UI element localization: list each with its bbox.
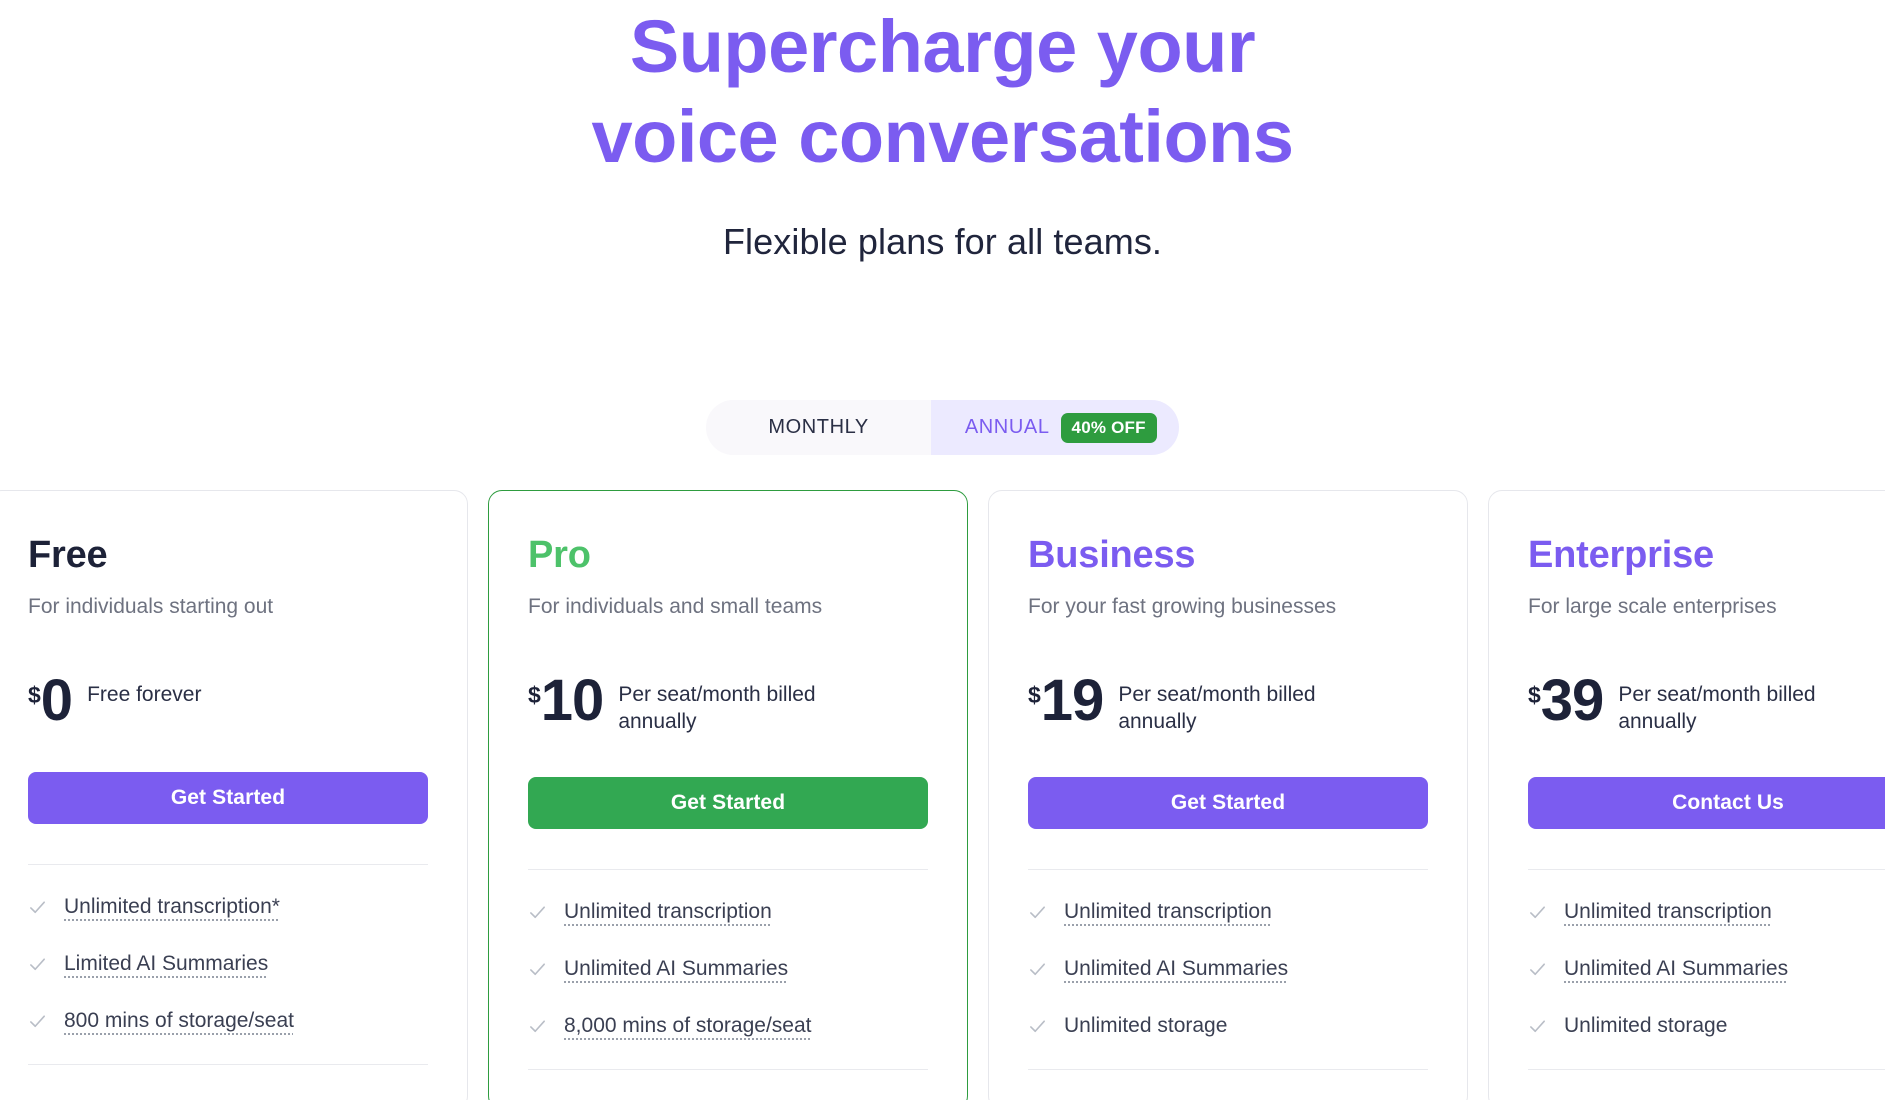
plan-price: $ 10 Per seat/month billed annually	[528, 672, 928, 735]
feature-label[interactable]: Unlimited AI Summaries	[1564, 955, 1788, 982]
feature-label[interactable]: Unlimited transcription	[564, 898, 772, 925]
plan-tagline: For your fast growing businesses	[1028, 595, 1337, 618]
toggle-option-annual[interactable]: ANNUAL 40% OFF	[930, 400, 1179, 455]
plan-name: Enterprise	[1528, 534, 1714, 576]
feature-item: Unlimited transcription*	[28, 893, 428, 920]
plan-tagline: For individuals starting out	[28, 595, 274, 618]
plan-cta-button[interactable]: Get Started	[1028, 777, 1428, 829]
check-icon	[528, 903, 547, 922]
pricing-card-free: Free For individuals starting out $ 0 Fr…	[0, 490, 468, 1100]
page-subtitle: Flexible plans for all teams.	[722, 221, 1163, 262]
feature-label[interactable]: Limited AI Summaries	[64, 950, 268, 977]
price-currency-symbol: $	[1528, 682, 1541, 708]
feature-label: Unlimited storage	[1564, 1014, 1728, 1037]
plan-feature-list: Unlimited transcription Unlimited AI Summ…	[1028, 898, 1428, 1039]
price-amount: 19	[1040, 668, 1105, 733]
check-icon	[1028, 903, 1047, 922]
feature-item: Unlimited storage	[1028, 1012, 1428, 1039]
card-divider	[1528, 869, 1885, 870]
feature-label[interactable]: Unlimited transcription	[1564, 898, 1772, 925]
price-note: Per seat/month billed annually	[1118, 683, 1316, 733]
pricing-page: Supercharge your voice conversations Fle…	[0, 0, 1885, 1100]
feature-item: Unlimited AI Summaries	[1528, 955, 1885, 982]
page-title: Supercharge your voice conversations	[0, 0, 1885, 182]
card-bottom-divider	[528, 1069, 928, 1070]
card-bottom-divider	[1528, 1069, 1885, 1070]
toggle-option-monthly[interactable]: MONTHLY	[706, 400, 931, 455]
check-icon	[28, 955, 47, 974]
plan-feature-list: Unlimited transcription Unlimited AI Summ…	[1528, 898, 1885, 1039]
toggle-option-annual-label: ANNUAL	[964, 416, 1050, 438]
plan-feature-list: Unlimited transcription* Limited AI Summa…	[28, 893, 428, 1034]
plan-price: $ 39 Per seat/month billed annually	[1528, 672, 1885, 735]
feature-label[interactable]: 8,000 mins of storage/seat	[564, 1012, 811, 1039]
toggle-option-monthly-label: MONTHLY	[768, 416, 869, 438]
feature-item: Unlimited transcription	[1528, 898, 1885, 925]
check-icon	[1028, 960, 1047, 979]
card-divider	[28, 864, 428, 865]
plan-name: Business	[1028, 534, 1196, 576]
price-note: Per seat/month billed annually	[618, 683, 816, 733]
plan-name: Pro	[528, 534, 591, 576]
price-amount: 39	[1540, 668, 1605, 733]
price-currency-symbol: $	[528, 682, 541, 708]
check-icon	[1528, 960, 1547, 979]
plan-price: $ 0 Free forever	[28, 672, 428, 730]
price-amount: 10	[540, 668, 605, 733]
plan-price: $ 19 Per seat/month billed annually	[1028, 672, 1428, 735]
pricing-card-enterprise: Enterprise For large scale enterprises $…	[1488, 490, 1885, 1100]
page-title-line-1: Supercharge your	[629, 5, 1256, 88]
price-currency-symbol: $	[1028, 682, 1041, 708]
plan-name: Free	[28, 534, 108, 576]
feature-item: 8,000 mins of storage/seat	[528, 1012, 928, 1039]
feature-label[interactable]: Unlimited transcription*	[64, 893, 280, 920]
feature-label: Unlimited storage	[1064, 1014, 1228, 1037]
feature-item: Unlimited storage	[1528, 1012, 1885, 1039]
feature-item: Unlimited transcription	[1028, 898, 1428, 925]
feature-label[interactable]: Unlimited AI Summaries	[1064, 955, 1288, 982]
feature-label[interactable]: Unlimited transcription	[1064, 898, 1272, 925]
plan-tagline: For large scale enterprises	[1528, 595, 1777, 618]
pricing-card-pro: Pro For individuals and small teams $ 10…	[488, 490, 968, 1100]
feature-label[interactable]: Unlimited AI Summaries	[564, 955, 788, 982]
plan-cta-button[interactable]: Contact Us	[1528, 777, 1885, 829]
price-amount: 0	[40, 668, 73, 733]
discount-badge: 40% OFF	[1060, 412, 1157, 443]
card-divider	[528, 869, 928, 870]
price-note: Per seat/month billed annually	[1618, 683, 1816, 733]
check-icon	[1528, 1017, 1547, 1036]
feature-item: Unlimited AI Summaries	[528, 955, 928, 982]
billing-toggle[interactable]: MONTHLY ANNUAL 40% OFF	[706, 400, 1179, 455]
check-icon	[1528, 903, 1547, 922]
feature-item: Unlimited AI Summaries	[1028, 955, 1428, 982]
card-divider	[1028, 869, 1428, 870]
plan-cta-button[interactable]: Get Started	[528, 777, 928, 829]
feature-label[interactable]: 800 mins of storage/seat	[64, 1007, 294, 1034]
pricing-card-grid: Free For individuals starting out $ 0 Fr…	[0, 490, 1885, 1100]
plan-tagline: For individuals and small teams	[528, 595, 823, 618]
feature-item: Limited AI Summaries	[28, 950, 428, 977]
feature-item: Unlimited transcription	[528, 898, 928, 925]
page-title-line-2: voice conversations	[591, 95, 1294, 178]
hero-section: Supercharge your voice conversations Fle…	[0, 0, 1885, 264]
feature-item: 800 mins of storage/seat	[28, 1007, 428, 1034]
check-icon	[1028, 1017, 1047, 1036]
price-currency-symbol: $	[28, 682, 41, 708]
plan-feature-list: Unlimited transcription Unlimited AI Summ…	[528, 898, 928, 1039]
card-bottom-divider	[28, 1064, 428, 1065]
check-icon	[528, 1017, 547, 1036]
price-note: Free forever	[87, 683, 202, 706]
check-icon	[28, 1012, 47, 1031]
card-bottom-divider	[1028, 1069, 1428, 1070]
check-icon	[28, 898, 47, 917]
plan-cta-button[interactable]: Get Started	[28, 772, 428, 824]
pricing-card-business: Business For your fast growing businesse…	[988, 490, 1468, 1100]
billing-toggle-wrapper: MONTHLY ANNUAL 40% OFF	[0, 400, 1885, 455]
check-icon	[528, 960, 547, 979]
